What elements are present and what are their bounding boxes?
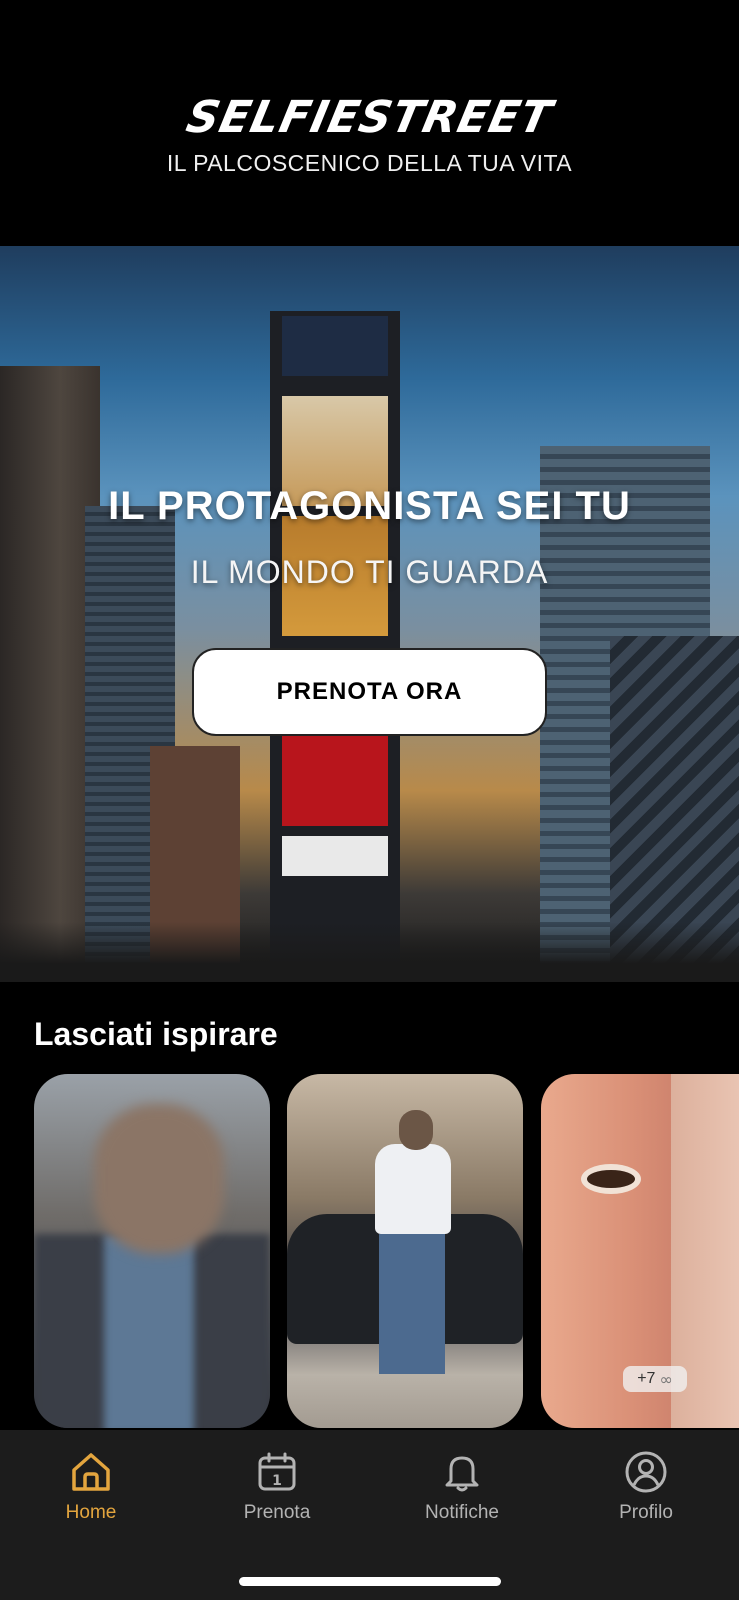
hero-billboard — [282, 316, 388, 376]
nav-label-profilo: Profilo — [619, 1502, 673, 1523]
nav-item-home[interactable]: Home — [16, 1450, 166, 1524]
hero-subtitle: IL MONDO TI GUARDA — [190, 554, 549, 590]
photo-subject — [104, 1234, 194, 1428]
app-header: SELFIESTREET IL PALCOSCENICO DELLA TUA V… — [0, 0, 739, 246]
photo-subject — [375, 1144, 451, 1234]
infinity-icon: ∞ — [659, 1369, 673, 1389]
photo-subject — [379, 1234, 445, 1374]
hero-billboard — [282, 726, 388, 826]
nav-label-notifiche: Notifiche — [425, 1502, 499, 1523]
bell-icon — [445, 1456, 479, 1492]
nav-item-notifiche[interactable]: Notifiche — [387, 1450, 537, 1524]
inspiration-card[interactable] — [287, 1074, 523, 1428]
hero-banner: IL PROTAGONISTA SEI TU IL MONDO TI GUARD… — [0, 246, 739, 982]
nav-label-prenota: Prenota — [243, 1502, 311, 1523]
photo-subject — [581, 1164, 641, 1194]
hero-title: IL PROTAGONISTA SEI TU — [108, 484, 631, 528]
nav-item-profilo[interactable]: Profilo — [571, 1450, 721, 1524]
hero-billboard — [282, 836, 388, 876]
photo-subject-blurred-face — [399, 1110, 433, 1150]
home-indicator[interactable] — [239, 1577, 501, 1586]
inspiration-carousel[interactable]: +7 ∞ — [34, 1074, 739, 1428]
photo-subject-blurred-face — [94, 1104, 224, 1254]
more-photos-badge: +7 ∞ — [623, 1366, 687, 1392]
user-circle-icon — [625, 1451, 667, 1493]
book-now-button[interactable]: PRENOTA ORA — [192, 648, 547, 736]
app-logo: SELFIESTREET — [182, 92, 557, 143]
more-photos-count: +7 — [637, 1370, 656, 1387]
inspiration-card[interactable]: +7 ∞ — [541, 1074, 739, 1428]
home-icon — [72, 1453, 110, 1491]
nav-label-home: Home — [65, 1502, 117, 1523]
nav-item-prenota[interactable]: 1 Prenota — [202, 1450, 352, 1524]
app-tagline: IL PALCOSCENICO DELLA TUA VITA — [166, 150, 573, 176]
inspiration-title: Lasciati ispirare — [34, 1016, 278, 1052]
bottom-navigation: Home 1 Prenota Notifiche Profilo — [0, 1430, 739, 1600]
calendar-day: 1 — [272, 1473, 282, 1489]
inspiration-card[interactable] — [34, 1074, 270, 1428]
calendar-icon: 1 — [258, 1452, 296, 1491]
hero-crowd-shade — [0, 922, 739, 982]
